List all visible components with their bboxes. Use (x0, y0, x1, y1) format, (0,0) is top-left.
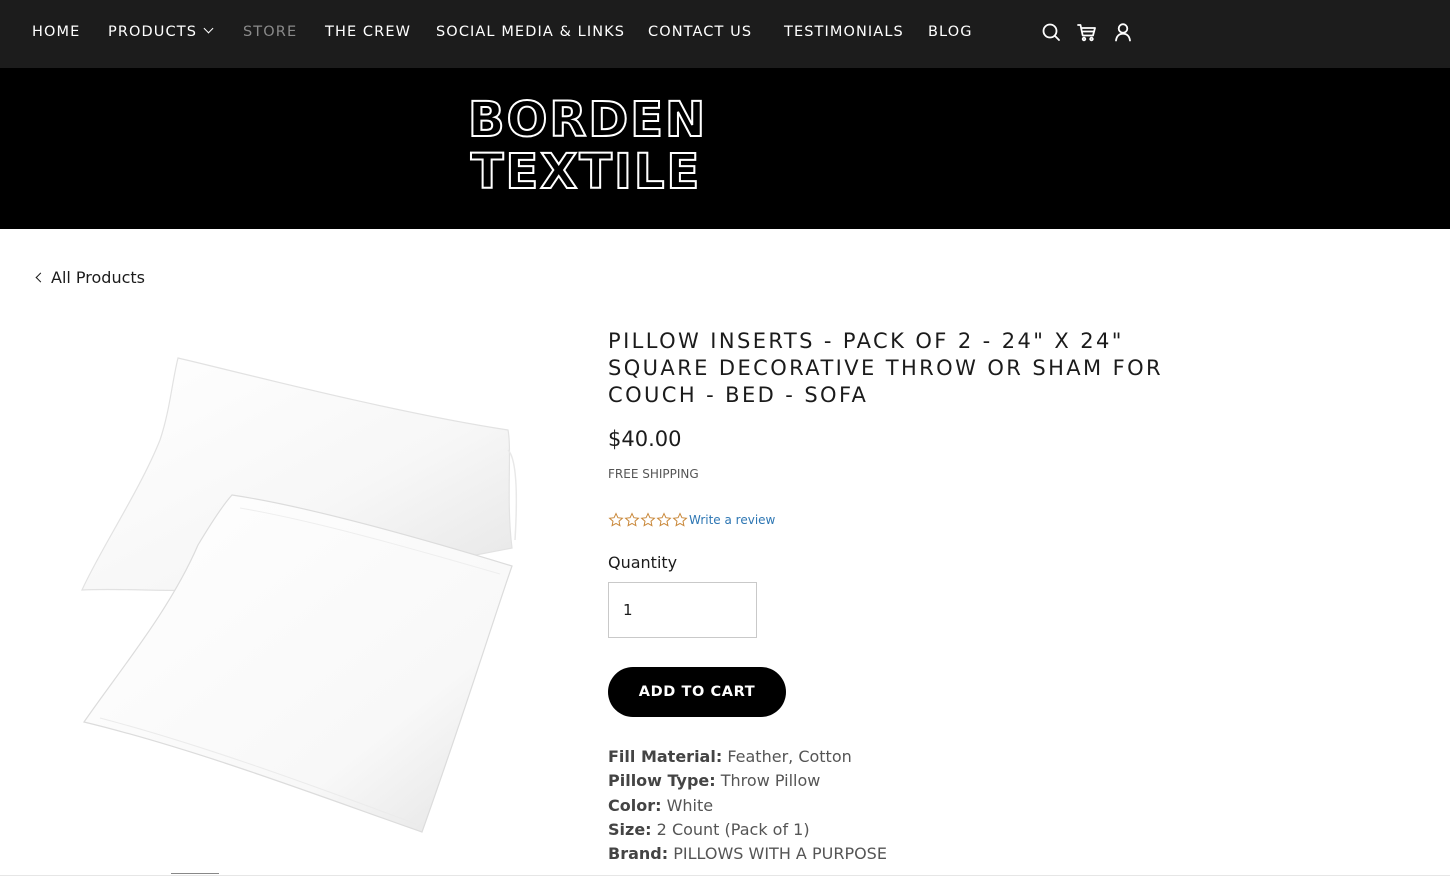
product-rating: Write a review (608, 511, 775, 529)
nav-item-social-media-links[interactable]: SOCIAL MEDIA & LINKS (436, 22, 625, 42)
spec-brand: Brand: PILLOWS WITH A PURPOSE (608, 842, 1168, 866)
quantity-label: Quantity (608, 553, 678, 572)
spec-pillow-type: Pillow Type: Throw Pillow (608, 769, 1168, 793)
write-review-link[interactable]: Write a review (689, 511, 775, 529)
spec-key: Pillow Type: (608, 771, 716, 791)
nav-item-home[interactable]: HOME (32, 22, 80, 42)
product-title: PILLOW INSERTS - PACK OF 2 - 24" X 24" S… (608, 329, 1164, 407)
nav-item-store[interactable]: STORE (243, 22, 297, 42)
spec-fill-material: Fill Material: Feather, Cotton (608, 745, 1168, 769)
spec-color: Color: White (608, 794, 1168, 818)
spec-key: Size: (608, 819, 652, 839)
all-products-label: All Products (51, 268, 146, 287)
add-to-cart-button[interactable]: ADD TO CART (608, 667, 786, 717)
product-image[interactable] (60, 330, 540, 850)
search-icon[interactable] (1039, 20, 1063, 44)
spec-value: PILLOWS WITH A PURPOSE (673, 844, 887, 864)
top-navigation: HOME PRODUCTS STORE THE CREW SOCIAL MEDI… (0, 0, 1450, 68)
spec-key: Fill Material: (608, 747, 723, 766)
nav-item-products[interactable]: PRODUCTS (108, 22, 214, 42)
nav-item-products-label: PRODUCTS (108, 24, 197, 40)
logo-line-2: TEXTILE (470, 144, 702, 200)
star-icon (656, 512, 672, 527)
cart-icon[interactable] (1075, 20, 1099, 44)
all-products-link[interactable]: All Products (34, 267, 145, 289)
star-icon (672, 512, 688, 527)
account-icon[interactable] (1111, 20, 1135, 44)
nav-item-the-crew[interactable]: THE CREW (325, 22, 411, 42)
spec-value: White (666, 795, 714, 815)
star-icon (608, 512, 624, 527)
quantity-input[interactable] (608, 582, 757, 638)
nav-item-testimonials[interactable]: TESTIMONIALS (784, 22, 904, 42)
star-icon (624, 512, 640, 527)
spec-value: Feather, Cotton (727, 747, 852, 766)
nav-item-blog[interactable]: BLOG (928, 22, 973, 42)
spec-size: Size: 2 Count (Pack of 1) (608, 818, 1168, 842)
divider (0, 875, 1450, 876)
site-logo[interactable]: BORDEN TEXTILE (467, 92, 708, 200)
star-icon (640, 512, 656, 527)
nav-item-contact-us[interactable]: CONTACT US (648, 22, 752, 42)
chevron-down-icon (203, 23, 214, 34)
spec-value: 2 Count (Pack of 1) (656, 819, 810, 839)
spec-value: Throw Pillow (720, 771, 821, 791)
product-price: $40.00 (608, 427, 682, 451)
shipping-note: FREE SHIPPING (608, 467, 699, 481)
logo-line-1: BORDEN (467, 92, 708, 148)
spec-key: Color: (608, 795, 662, 815)
spec-key: Brand: (608, 844, 669, 864)
header-banner: BORDEN TEXTILE (0, 68, 1450, 229)
product-specs: Fill Material: Feather, Cotton Pillow Ty… (608, 745, 1168, 866)
chevron-left-icon (35, 272, 46, 283)
rating-stars[interactable] (608, 512, 688, 528)
